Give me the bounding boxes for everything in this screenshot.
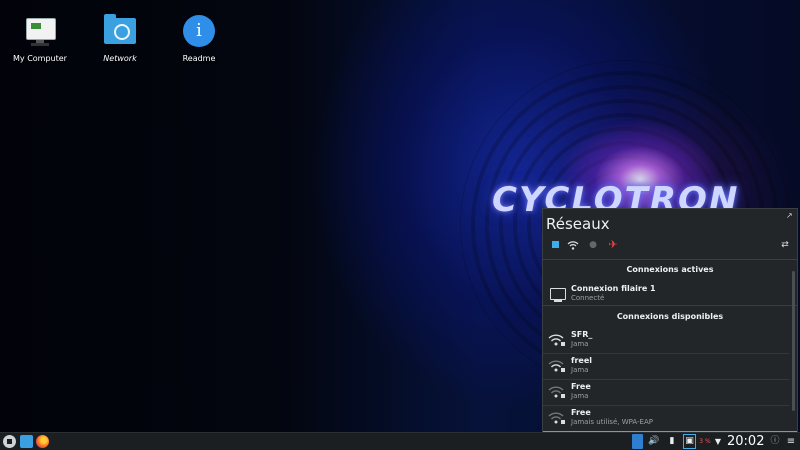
active-connections-header: Connexions actives (626, 265, 714, 274)
connection-name: Connexion filaire 1 (571, 284, 656, 293)
wired-network-icon (548, 286, 566, 302)
wifi-network-row[interactable]: Free Jama (543, 380, 789, 404)
panel-scrollbar[interactable] (792, 271, 795, 411)
volume-icon[interactable]: 🔊 (648, 434, 660, 449)
panel-menu-icon[interactable]: ≡ (785, 434, 797, 449)
network-name: SFR_ (571, 330, 593, 339)
wifi-locked-icon (548, 358, 566, 374)
wifi-locked-icon (548, 410, 566, 426)
active-connection-row[interactable]: Connexion filaire 1 Connecté (543, 282, 789, 306)
network-name: freel (571, 356, 593, 365)
panel-title: Réseaux (546, 215, 610, 233)
info-icon: i (182, 14, 216, 48)
application-launcher-icon[interactable] (3, 435, 16, 448)
enable-networking-checkbox-icon[interactable] (549, 239, 561, 251)
taskbar: 🔊 ▮ ▣ 3 % ▼ 20:02 ⓘ ≡ (0, 432, 800, 450)
network-status: Jama (571, 392, 589, 400)
available-connections-header: Connexions disponibles (616, 312, 724, 321)
network-status: Jama (571, 366, 589, 374)
network-name: Free (571, 382, 591, 391)
network-panel: Réseaux ↗ ● ✈ ⇄ Connexions actives Conne… (542, 208, 798, 434)
desktop-icon-label: My Computer (13, 54, 67, 63)
clipboard-tray-icon[interactable] (632, 434, 643, 449)
clock[interactable]: 20:02 (727, 433, 764, 450)
desktop-icon-readme[interactable]: i Readme (159, 14, 239, 63)
settings-sliders-icon[interactable]: ⇄ (779, 239, 791, 251)
wifi-network-row[interactable]: freel Jama (543, 354, 789, 378)
tray-expander-icon[interactable]: ▼ (714, 434, 722, 449)
wifi-network-row[interactable]: SFR_ Jama (543, 328, 789, 352)
battery-icon[interactable]: 3 % (698, 434, 712, 449)
wifi-toggle-icon[interactable] (567, 239, 579, 251)
wifi-locked-icon (548, 332, 566, 348)
airplane-mode-icon[interactable]: ✈ (607, 239, 619, 251)
wifi-network-row[interactable]: Free Jamais utilisé, WPA-EAP (543, 406, 789, 430)
mobile-broadband-toggle-icon[interactable]: ● (587, 239, 599, 251)
desktop-icon-my-computer[interactable]: My Computer (0, 14, 80, 63)
firefox-icon[interactable] (36, 435, 49, 448)
divider (543, 305, 797, 306)
divider (543, 259, 797, 260)
network-folder-icon (103, 14, 137, 48)
desktop-icon-network[interactable]: Network (80, 14, 160, 63)
network-tray-icon[interactable]: ▣ (683, 434, 696, 449)
info-tray-icon[interactable]: ⓘ (770, 434, 780, 449)
connection-status: Connecté (571, 294, 605, 302)
file-manager-icon[interactable] (20, 435, 33, 448)
computer-icon (23, 14, 57, 48)
network-status: Jamais utilisé, WPA-EAP (571, 418, 653, 426)
wifi-locked-icon (548, 384, 566, 400)
pin-icon[interactable]: ↗ (786, 212, 794, 220)
usb-device-icon[interactable]: ▮ (667, 434, 677, 449)
desktop-icon-label: Readme (182, 54, 216, 63)
network-toolbar: ● ✈ ⇄ (549, 239, 791, 255)
network-name: Free (571, 408, 591, 417)
desktop-icon-label: Network (103, 54, 137, 63)
network-status: Jama (571, 340, 589, 348)
